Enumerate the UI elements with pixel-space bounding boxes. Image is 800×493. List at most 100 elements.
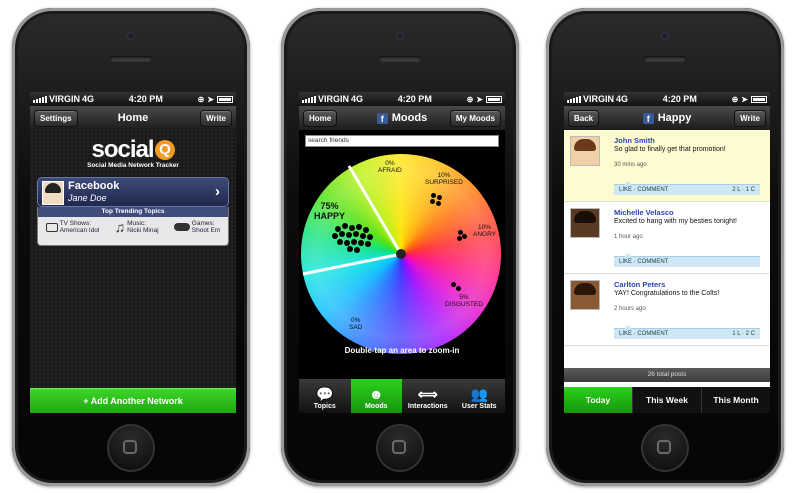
time-range-segmented-control: Today This Week This Month — [564, 387, 770, 413]
network-label: 4G — [351, 94, 364, 104]
post-author[interactable]: Michelle Velasco — [614, 208, 674, 217]
music-note-icon: ♫ — [114, 219, 126, 236]
clock: 4:20 PM — [128, 94, 163, 104]
tab-user-stats[interactable]: 👥 User Stats — [454, 379, 506, 413]
navigation-bar: Back f Happy Write — [564, 106, 770, 130]
mood-label-sad[interactable]: 0% SAD — [349, 317, 362, 331]
facebook-icon: f — [376, 112, 388, 124]
post-author[interactable]: Carlton Peters — [614, 280, 665, 289]
speaker — [379, 56, 421, 62]
home-button[interactable] — [376, 424, 424, 472]
settings-button[interactable]: Settings — [34, 109, 78, 127]
logo-tagline: Social Media Network Tracker — [87, 162, 179, 169]
status-bar: VIRGIN 4G 4:20 PM ⊕ ➤ — [30, 92, 236, 106]
home-nav-button[interactable]: Home — [303, 109, 338, 127]
zoom-hint: Double-tap an area to zoom-in — [344, 346, 460, 355]
page-title: Moods — [391, 112, 428, 124]
battery-icon — [750, 95, 767, 103]
write-button[interactable]: Write — [200, 109, 232, 127]
segment-this-month[interactable]: This Month — [701, 387, 770, 413]
tab-bar: 💬 Topics ☻ Moods ⟺ Interactions 👥 User Stats — [299, 379, 505, 413]
post-counts: 1 L · 2 C — [732, 331, 755, 337]
trending-item-music[interactable]: ♫ Music: Nicki Minaj — [115, 220, 159, 234]
facebook-network-card[interactable]: Facebook Jane Doe › — [37, 177, 229, 207]
post-actions[interactable]: LIKE · COMMENT 2 L · 1 C — [614, 181, 760, 195]
like-comment-links[interactable]: LIKE · COMMENT — [619, 331, 668, 337]
post-actions[interactable]: LIKE · COMMENT — [614, 253, 760, 267]
navigation-bar: Settings Home Write — [30, 106, 236, 130]
avatar — [570, 208, 600, 238]
lock-icon: ⊕ — [466, 94, 474, 104]
post-author[interactable]: John Smith — [614, 136, 655, 145]
mood-label-afraid[interactable]: 0% AFRAID — [378, 160, 402, 174]
speaker — [110, 56, 152, 62]
navigation-bar: Home f Moods My Moods — [299, 106, 505, 130]
segment-this-week[interactable]: This Week — [632, 387, 701, 413]
wheel-hub — [396, 249, 406, 259]
gamepad-icon — [173, 223, 190, 232]
post-time: 1 hour ago — [614, 234, 643, 240]
moods-screen: VIRGIN 4G 4:20 PM ⊕ ➤ Home f Moods My Moods… — [299, 92, 505, 413]
signal-icon — [33, 95, 47, 103]
write-button[interactable]: Write — [734, 109, 766, 127]
smiley-icon: ☻ — [368, 386, 384, 402]
my-moods-button[interactable]: My Moods — [449, 109, 501, 127]
mood-label-happy[interactable]: 75% HAPPY — [314, 201, 345, 222]
post-time: 30 mins ago — [614, 162, 647, 168]
trending-item-games[interactable]: Games: Shoot Em — [173, 220, 220, 234]
happy-feed-screen: VIRGIN 4G 4:20 PM ⊕ ➤ Back f Happy Write Jo… — [564, 92, 770, 413]
logo-word: social — [91, 136, 154, 163]
mood-label-disgusted[interactable]: 5% DISGUSTED — [445, 294, 483, 308]
camera — [661, 32, 669, 40]
mood-wheel-area: 75% HAPPY 0% AFRAID 10% SURPRISED 10% ANGRY … — [299, 154, 505, 374]
signal-icon — [302, 95, 316, 103]
tab-interactions[interactable]: ⟺ Interactions — [402, 379, 454, 413]
home-button[interactable] — [107, 424, 155, 472]
battery-icon — [216, 95, 233, 103]
back-button[interactable]: Back — [568, 109, 600, 127]
post-time: 2 hours ago — [614, 306, 646, 312]
post-actions[interactable]: LIKE · COMMENT 1 L · 2 C — [614, 325, 760, 339]
lock-icon: ⊕ — [731, 94, 739, 104]
lock-icon: ⊕ — [197, 94, 205, 104]
avatar — [42, 181, 64, 205]
mood-label-surprised[interactable]: 10% SURPRISED — [425, 172, 463, 186]
tab-moods[interactable]: ☻ Moods — [350, 379, 402, 413]
list-item[interactable]: Michelle Velasco Excited to hang with my… — [564, 202, 770, 274]
add-network-button[interactable]: + Add Another Network — [30, 388, 236, 413]
location-icon: ➤ — [741, 94, 748, 104]
search-input[interactable]: search friends — [305, 135, 499, 147]
tab-topics[interactable]: 💬 Topics — [299, 379, 351, 413]
network-user: Jane Doe — [68, 193, 107, 203]
facebook-icon: f — [642, 112, 654, 124]
network-label: 4G — [82, 94, 95, 104]
phone-happy-feed: VIRGIN 4G 4:20 PM ⊕ ➤ Back f Happy Write Jo… — [546, 8, 784, 486]
avatar — [570, 136, 600, 166]
status-bar: VIRGIN 4G 4:20 PM ⊕ ➤ — [299, 92, 505, 106]
clock: 4:20 PM — [662, 94, 697, 104]
total-posts-label: 26 total posts — [564, 368, 770, 382]
home-button[interactable] — [641, 424, 689, 472]
segment-today[interactable]: Today — [564, 387, 632, 413]
mood-label-angry[interactable]: 10% ANGRY — [473, 224, 496, 238]
location-icon: ➤ — [476, 94, 483, 104]
page-title: Happy — [657, 112, 692, 124]
like-comment-links[interactable]: LIKE · COMMENT — [619, 259, 668, 265]
carrier-label: VIRGIN — [318, 94, 350, 104]
avatar — [570, 280, 600, 310]
home-screen: VIRGIN 4G 4:20 PM ⊕ ➤ Settings Home Write … — [30, 92, 236, 413]
list-item[interactable]: Carlton Peters YAY! Congratulations to t… — [564, 274, 770, 346]
tv-icon — [45, 222, 58, 232]
trending-item-tv[interactable]: TV Shows: American Idol — [45, 220, 99, 234]
logo-q: Q — [154, 140, 175, 160]
list-item[interactable]: John Smith So glad to finally get that p… — [564, 130, 770, 202]
post-counts: 2 L · 1 C — [732, 187, 755, 193]
network-label: 4G — [616, 94, 629, 104]
trending-topics-panel: Top Trending Topics TV Shows: American Id… — [37, 207, 229, 246]
like-comment-links[interactable]: LIKE · COMMENT — [619, 187, 668, 193]
phone-moods: VIRGIN 4G 4:20 PM ⊕ ➤ Home f Moods My Moods… — [281, 8, 519, 486]
speaker — [644, 56, 686, 62]
signal-icon — [567, 95, 581, 103]
happy-sector-outline — [302, 165, 403, 276]
camera — [127, 32, 135, 40]
